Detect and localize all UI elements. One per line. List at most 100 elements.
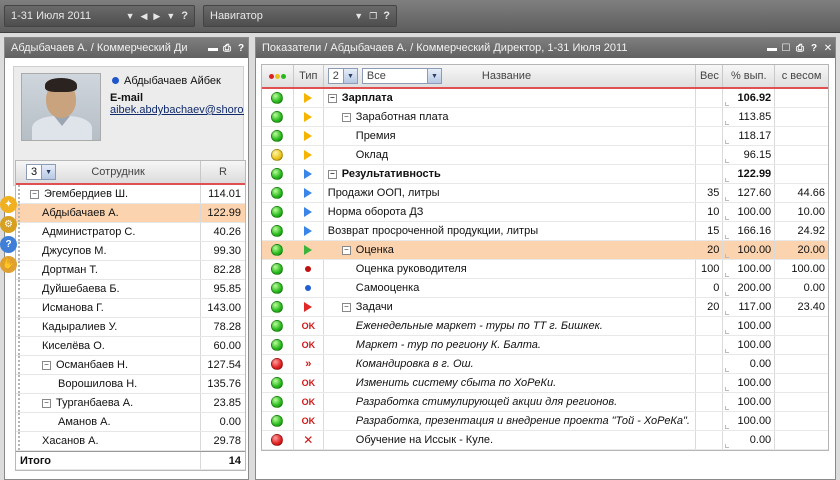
level-select[interactable]: 3 ▼ — [26, 164, 57, 180]
close-icon[interactable]: ✕ — [821, 43, 835, 54]
edit-corner-icon[interactable] — [725, 254, 730, 258]
triangle-yel-icon[interactable] — [304, 131, 313, 141]
indicator-row[interactable]: Премия 118.17 — [262, 127, 828, 146]
edit-corner-icon[interactable] — [725, 368, 730, 372]
percent-cell[interactable]: 100.00 — [723, 260, 776, 278]
employee-row[interactable]: Аманов А. 0.00 — [16, 413, 245, 432]
collapse-icon[interactable]: − — [341, 112, 351, 122]
edit-corner-icon[interactable] — [725, 406, 730, 410]
edit-corner-icon[interactable] — [725, 349, 730, 353]
collapse-icon[interactable]: − — [42, 398, 51, 408]
collapse-icon[interactable]: − — [341, 302, 351, 312]
edit-corner-icon[interactable] — [725, 159, 730, 163]
collapse-icon[interactable]: − — [42, 360, 51, 370]
percent-cell[interactable]: 100.00 — [723, 412, 776, 430]
lightbulb-icon[interactable]: ✦ — [0, 196, 17, 213]
edit-corner-icon[interactable] — [725, 292, 730, 296]
navigator-dropdown-icon[interactable]: ▼ — [354, 11, 363, 21]
triangle-blue-icon[interactable] — [304, 169, 313, 179]
drag-handle[interactable] — [18, 394, 26, 412]
indicator-row[interactable]: − Зарплата 106.92 — [262, 89, 828, 108]
percent-cell[interactable]: 100.00 — [723, 336, 776, 354]
indicator-row[interactable]: Оклад 96.15 — [262, 146, 828, 165]
drag-handle[interactable] — [18, 204, 26, 222]
edit-corner-icon[interactable] — [725, 178, 730, 182]
print-icon[interactable]: ⎙ — [793, 43, 807, 54]
percent-column-header[interactable]: % вып. — [723, 65, 776, 87]
employee-column-header[interactable]: Сотрудник — [56, 166, 200, 178]
indicator-row[interactable]: OK Разработка, презентация и внедрение пр… — [262, 412, 828, 431]
period-menu-icon[interactable]: ▼ — [166, 11, 175, 21]
print-icon[interactable]: ⎙ — [220, 43, 234, 54]
help-icon[interactable]: ? — [807, 43, 821, 54]
prev-period-icon[interactable]: ◀ — [141, 11, 148, 22]
filter-select[interactable]: Все ▼ — [361, 68, 442, 84]
indicator-row[interactable]: OK Маркет - тур по региону К. Балта. 100.0… — [262, 336, 828, 355]
drag-handle[interactable] — [18, 318, 26, 336]
percent-cell[interactable]: 166.16 — [723, 222, 776, 240]
collapse-icon[interactable]: − — [341, 245, 351, 255]
indicator-row[interactable]: ✕ Обучение на Иссык - Куле. 0.00 — [262, 431, 828, 450]
navigator-window-icon[interactable]: ❐ — [369, 11, 377, 22]
drag-handle[interactable] — [18, 432, 26, 450]
edit-corner-icon[interactable] — [725, 425, 730, 429]
help-icon[interactable]: ? — [234, 43, 248, 54]
weighted-column-header[interactable]: с весом — [775, 65, 828, 87]
drag-handle[interactable] — [18, 223, 26, 241]
triangle-blue-icon[interactable] — [304, 226, 313, 236]
indicator-row[interactable]: OK Еженедельные маркет - туры по ТТ г. Би… — [262, 317, 828, 336]
employee-row[interactable]: − Эгембердиев Ш. 114.01 — [16, 185, 245, 204]
tools-icon[interactable]: ⚙ — [0, 216, 17, 233]
edit-corner-icon[interactable] — [725, 197, 730, 201]
percent-cell[interactable]: 127.60 — [723, 184, 776, 202]
weight-column-header[interactable]: Вес — [696, 65, 724, 87]
email-link[interactable]: aibek.abdybachaev@shoro.kg — [110, 104, 244, 116]
indicator-row[interactable]: Продажи ООП, литры 35 127.60 44.66 — [262, 184, 828, 203]
triangle-blue-icon[interactable] — [304, 207, 313, 217]
employee-row[interactable]: Киселёва О. 60.00 — [16, 337, 245, 356]
employee-row[interactable]: Абдыбачаев А. 122.99 — [16, 204, 245, 223]
triangle-blue-icon[interactable] — [304, 188, 313, 198]
drag-handle[interactable] — [18, 337, 26, 355]
indicator-row[interactable]: − Результативность 122.99 — [262, 165, 828, 184]
percent-cell[interactable]: 100.00 — [723, 393, 776, 411]
edit-corner-icon[interactable] — [725, 273, 730, 277]
collapse-icon[interactable]: − — [327, 169, 337, 179]
edit-corner-icon[interactable] — [725, 140, 730, 144]
indicator-row[interactable]: Самооценка 0 200.00 0.00 — [262, 279, 828, 298]
collapse-icon[interactable]: − — [30, 189, 39, 199]
period-help-icon[interactable]: ? — [181, 10, 188, 22]
edit-corner-icon[interactable] — [725, 330, 730, 334]
percent-cell[interactable]: 100.00 — [723, 317, 776, 335]
percent-cell[interactable]: 100.00 — [723, 374, 776, 392]
edit-corner-icon[interactable] — [725, 102, 730, 106]
indicator-row[interactable]: − Оценка 20 100.00 20.00 — [262, 241, 828, 260]
next-period-icon[interactable]: ▶ — [153, 11, 160, 22]
drag-handle[interactable] — [18, 185, 26, 203]
indicator-row[interactable]: OK Изменить систему сбыта по ХоРеКи. 100.0… — [262, 374, 828, 393]
type-column-header[interactable]: Тип — [294, 65, 324, 87]
name-column-label[interactable]: Название — [482, 70, 531, 82]
minimize-icon[interactable]: ▬ — [765, 43, 779, 54]
collapse-icon[interactable]: − — [327, 93, 337, 103]
rating-column-header[interactable]: R — [201, 161, 245, 183]
level-select[interactable]: 2 ▼ — [327, 68, 358, 84]
percent-cell[interactable]: 113.85 — [723, 108, 776, 126]
indicator-row[interactable]: Возврат просроченной продукции, литры 15 1… — [262, 222, 828, 241]
percent-cell[interactable]: 106.92 — [723, 89, 776, 107]
triangle-yel-icon[interactable] — [304, 112, 313, 122]
employee-row[interactable]: Джусупов М. 99.30 — [16, 242, 245, 261]
edit-corner-icon[interactable] — [725, 235, 730, 239]
employee-row[interactable]: Дортман Т. 82.28 — [16, 261, 245, 280]
drag-handle[interactable] — [18, 242, 26, 260]
edit-corner-icon[interactable] — [725, 216, 730, 220]
triangle-yel-icon[interactable] — [304, 150, 313, 160]
employee-row[interactable]: − Турганбаева А. 23.85 — [16, 394, 245, 413]
indicator-row[interactable]: OK Разработка стимулирующей акции для рег… — [262, 393, 828, 412]
edit-corner-icon[interactable] — [725, 121, 730, 125]
drag-handle[interactable] — [18, 375, 26, 393]
edit-corner-icon[interactable] — [725, 311, 730, 315]
percent-cell[interactable]: 122.99 — [723, 165, 776, 183]
employee-row[interactable]: − Османбаев Н. 127.54 — [16, 356, 245, 375]
triangle-red-icon[interactable] — [304, 302, 313, 312]
